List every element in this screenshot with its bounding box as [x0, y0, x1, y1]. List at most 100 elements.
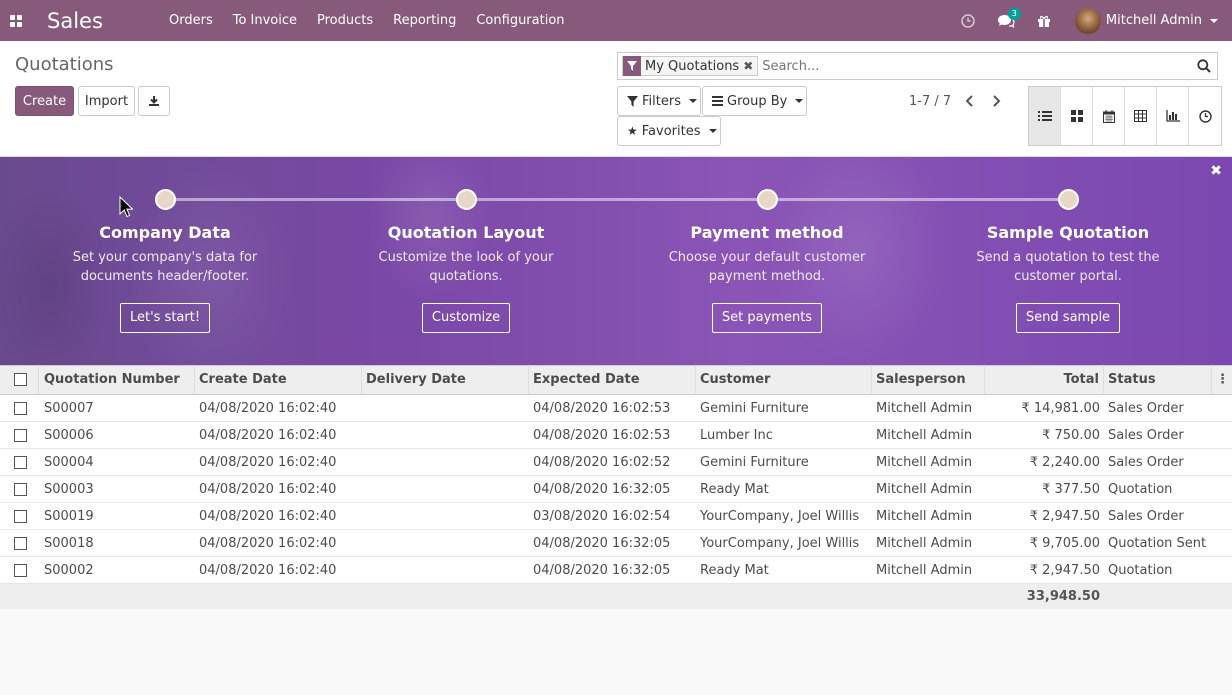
select-all-cell: [0, 365, 39, 395]
main-menu: Orders To Invoice Products Reporting Con…: [159, 0, 575, 41]
column-header-salesperson[interactable]: Salesperson: [872, 365, 985, 395]
table-row[interactable]: S00019 04/08/2020 16:02:40 03/08/2020 16:0…: [0, 503, 1232, 530]
calendar-view-icon[interactable]: [1093, 87, 1125, 145]
apps-menu-icon[interactable]: [0, 0, 31, 41]
kanban-view-icon[interactable]: [1061, 87, 1093, 145]
import-button[interactable]: Import: [78, 86, 135, 116]
top-navbar: Sales Orders To Invoice Products Reporti…: [0, 0, 1232, 41]
cell-number: S00002: [44, 562, 94, 578]
row-checkbox[interactable]: [14, 509, 27, 523]
search-bar: My Quotations ✖: [617, 52, 1218, 80]
lets-start-button[interactable]: Let's start!: [119, 303, 211, 333]
column-header-delivery-date[interactable]: Delivery Date: [362, 365, 529, 395]
pager-previous-icon[interactable]: [959, 91, 979, 111]
customize-button[interactable]: Customize: [421, 303, 511, 333]
favorites-label: Favorites: [641, 123, 701, 139]
select-all-checkbox[interactable]: [14, 373, 27, 386]
create-button[interactable]: Create: [15, 86, 74, 116]
column-header-total[interactable]: Total: [985, 365, 1104, 395]
cell-total: ₹ 9,705.00: [1029, 535, 1100, 551]
cell-number: S00006: [44, 427, 94, 443]
menu-item-products[interactable]: Products: [307, 0, 383, 41]
table-row[interactable]: S00003 04/08/2020 16:02:40 04/08/2020 16:3…: [0, 476, 1232, 503]
menu-item-configuration[interactable]: Configuration: [466, 0, 574, 41]
step-title: Company Data: [99, 223, 231, 242]
menu-item-to-invoice[interactable]: To Invoice: [223, 0, 307, 41]
table-row[interactable]: S00006 04/08/2020 16:02:40 04/08/2020 16:0…: [0, 422, 1232, 449]
cell-expected: 03/08/2020 16:02:54: [533, 508, 671, 524]
row-checkbox[interactable]: [14, 536, 27, 550]
send-sample-button[interactable]: Send sample: [1015, 303, 1121, 333]
pivot-view-icon[interactable]: [1125, 87, 1157, 145]
table-body: S00007 04/08/2020 16:02:40 04/08/2020 16:0…: [0, 395, 1232, 584]
step-description: Send a quotation to test the customer por…: [976, 250, 1160, 284]
cell-status: Sales Order: [1108, 454, 1184, 470]
column-header-create-date[interactable]: Create Date: [195, 365, 362, 395]
list-view-icon[interactable]: [1029, 87, 1061, 145]
search-input[interactable]: [762, 58, 1191, 74]
cell-customer: Lumber Inc: [700, 427, 773, 443]
filters-dropdown[interactable]: Filters: [617, 86, 701, 116]
cell-status: Sales Order: [1108, 400, 1184, 416]
onboarding-banner: ✖ Company Data Set your company's data f…: [0, 157, 1232, 365]
control-panel: Quotations Create Import My Quotations ✖…: [0, 41, 1232, 157]
pager-value[interactable]: 1-7 / 7: [909, 94, 951, 109]
user-menu[interactable]: Mitchell Admin: [1074, 7, 1218, 34]
page-title: Quotations: [15, 54, 114, 75]
cell-number: S00003: [44, 481, 94, 497]
table-row[interactable]: S00004 04/08/2020 16:02:40 04/08/2020 16:0…: [0, 449, 1232, 476]
step-description: Choose your default customer payment meth…: [668, 250, 866, 284]
cell-customer: Gemini Furniture: [700, 454, 809, 470]
activity-clock-icon[interactable]: [953, 13, 983, 28]
column-header-status[interactable]: Status: [1104, 365, 1212, 395]
cell-expected: 04/08/2020 16:32:05: [533, 562, 671, 578]
cell-salesperson: Mitchell Admin: [876, 454, 973, 470]
favorites-dropdown[interactable]: ★ Favorites: [617, 116, 721, 146]
step-dot-sample-quotation: [1058, 189, 1079, 210]
cell-status: Quotation Sent: [1108, 535, 1207, 551]
column-header-expected-date[interactable]: Expected Date: [529, 365, 696, 395]
close-banner-icon[interactable]: ✖: [1210, 163, 1222, 179]
row-checkbox[interactable]: [14, 482, 27, 496]
row-checkbox[interactable]: [14, 401, 27, 415]
activity-view-icon[interactable]: [1189, 87, 1221, 145]
optional-columns-icon[interactable]: ⋮: [1212, 365, 1232, 395]
cell-total: ₹ 2,947.50: [1029, 562, 1100, 578]
search-facet: My Quotations ✖: [622, 56, 759, 76]
onboarding-step-payment-method: Payment method Choose your default custo…: [647, 223, 887, 333]
download-button[interactable]: [138, 86, 170, 116]
group-by-dropdown[interactable]: Group By: [702, 86, 807, 116]
onboarding-step-quotation-layout: Quotation Layout Customize the look of y…: [346, 223, 586, 333]
column-header-number[interactable]: Quotation Number: [39, 365, 195, 395]
cell-create: 04/08/2020 16:02:40: [199, 427, 337, 443]
cell-create: 04/08/2020 16:02:40: [199, 400, 337, 416]
menu-item-orders[interactable]: Orders: [159, 0, 223, 41]
gift-icon[interactable]: [1029, 14, 1059, 28]
table-row[interactable]: S00002 04/08/2020 16:02:40 04/08/2020 16:3…: [0, 557, 1232, 584]
cell-total: ₹ 2,240.00: [1029, 454, 1100, 470]
remove-facet-icon[interactable]: ✖: [743, 59, 753, 73]
graph-view-icon[interactable]: [1157, 87, 1189, 145]
chevron-down-icon: [795, 99, 804, 103]
chat-messages-icon[interactable]: 3: [991, 7, 1021, 28]
cell-create: 04/08/2020 16:02:40: [199, 481, 337, 497]
set-payments-button[interactable]: Set payments: [711, 303, 823, 333]
table-row[interactable]: S00007 04/08/2020 16:02:40 04/08/2020 16:0…: [0, 395, 1232, 422]
cell-status: Quotation: [1108, 562, 1173, 578]
pager-next-icon[interactable]: [986, 91, 1006, 111]
step-title: Quotation Layout: [387, 223, 545, 242]
table-row[interactable]: S00018 04/08/2020 16:02:40 04/08/2020 16:3…: [0, 530, 1232, 557]
column-header-customer[interactable]: Customer: [696, 365, 872, 395]
row-checkbox[interactable]: [14, 455, 27, 469]
row-checkbox[interactable]: [14, 563, 27, 577]
table-header: Quotation Number Create Date Delivery Da…: [0, 365, 1232, 395]
row-checkbox[interactable]: [14, 428, 27, 442]
menu-item-reporting[interactable]: Reporting: [383, 0, 466, 41]
cell-expected: 04/08/2020 16:32:05: [533, 535, 671, 551]
step-dot-company-data: [155, 189, 176, 210]
chevron-down-icon: [688, 99, 697, 103]
filters-label: Filters: [642, 93, 681, 109]
cell-customer: Ready Mat: [700, 481, 769, 497]
cell-total: ₹ 750.00: [1042, 427, 1100, 443]
search-icon[interactable]: [1191, 59, 1217, 73]
